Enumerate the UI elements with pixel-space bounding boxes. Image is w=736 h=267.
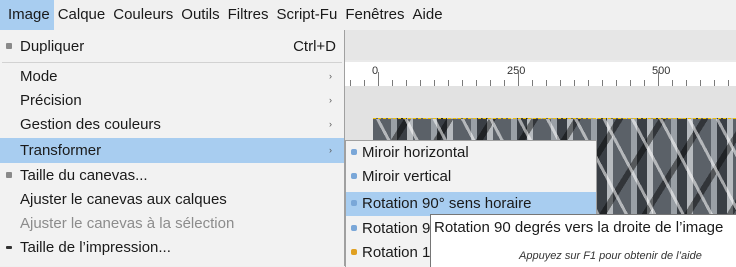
menu-item-label: Dupliquer <box>20 38 85 55</box>
menu-script-fu[interactable]: Script-Fu <box>272 0 341 30</box>
submenu-item-miroir-vertical[interactable]: Miroir vertical <box>346 165 596 189</box>
submenu-item-label: Miroir vertical <box>362 168 452 185</box>
menu-item-taille-canevas[interactable]: Taille du canevas... <box>0 163 344 188</box>
canvas-size-icon <box>6 172 12 178</box>
duplicate-icon <box>6 43 12 49</box>
rotate-cw-icon <box>351 200 357 206</box>
menu-item-taille-impression[interactable]: Taille de l’impression... <box>0 235 344 260</box>
rotate-180-icon <box>351 249 357 255</box>
menu-item-gestion-couleurs[interactable]: Gestion des couleurs › <box>0 112 344 137</box>
ruler-tick <box>658 72 659 86</box>
menu-item-label: Taille du canevas... <box>20 167 148 184</box>
chevron-right-icon: › <box>329 145 332 155</box>
menu-item-label: Taille de l’impression... <box>20 239 171 256</box>
chevron-right-icon: › <box>329 71 332 81</box>
menu-item-label: Précision <box>20 92 82 109</box>
submenu-item-rotation-horaire[interactable]: Rotation 90° sens horaire <box>346 192 596 216</box>
menu-item-label: Ajuster le canevas aux calques <box>20 191 227 208</box>
submenu-item-miroir-horizontal[interactable]: Miroir horizontal <box>346 141 596 165</box>
submenu-item-label: Miroir horizontal <box>362 144 469 161</box>
chevron-right-icon: › <box>329 119 332 129</box>
ruler-tick <box>518 72 519 86</box>
menu-aide[interactable]: Aide <box>409 0 447 30</box>
menu-filtres[interactable]: Filtres <box>224 0 273 30</box>
menu-outils[interactable]: Outils <box>177 0 223 30</box>
shortcut-label: Ctrl+D <box>293 38 336 55</box>
print-size-icon <box>6 246 12 249</box>
menu-item-label: Mode <box>20 68 58 85</box>
menu-item-label: Ajuster le canevas à la sélection <box>20 215 235 232</box>
menubar: Image Calque Couleurs Outils Filtres Scr… <box>0 0 736 30</box>
menu-item-transformer[interactable]: Transformer › <box>0 138 344 163</box>
menu-item-dupliquer[interactable]: Dupliquer Ctrl+D <box>0 34 344 59</box>
ruler-label: 500 <box>652 65 671 77</box>
tooltip-text: Rotation 90 degrés vers la droite de l’i… <box>434 219 724 236</box>
image-tabs-strip <box>345 30 736 60</box>
rotate-ccw-icon <box>351 225 357 231</box>
ruler-label: 250 <box>507 65 526 77</box>
menu-item-mode[interactable]: Mode › <box>0 64 344 89</box>
menu-item-label: Transformer <box>20 142 102 159</box>
flip-horizontal-icon <box>351 149 357 155</box>
menu-item-ajuster-selection: Ajuster le canevas à la sélection <box>0 211 344 236</box>
menu-couleurs[interactable]: Couleurs <box>109 0 177 30</box>
menu-image[interactable]: Image <box>0 0 54 30</box>
menu-separator <box>2 62 342 63</box>
image-menu: Dupliquer Ctrl+D Mode › Précision › Gest… <box>0 30 345 266</box>
horizontal-ruler[interactable]: 0 250 500 <box>345 62 736 87</box>
menu-item-ajuster-calques[interactable]: Ajuster le canevas aux calques <box>0 187 344 212</box>
ruler-tick <box>378 72 379 86</box>
submenu-item-label: Rotation 9 <box>362 220 431 237</box>
menu-fenetres[interactable]: Fenêtres <box>341 0 408 30</box>
tooltip: Rotation 90 degrés vers la droite de l’i… <box>430 214 736 267</box>
menu-item-precision[interactable]: Précision › <box>0 88 344 113</box>
tooltip-help: Appuyez sur F1 pour obtenir de l’aide <box>519 250 702 262</box>
menu-calque[interactable]: Calque <box>54 0 110 30</box>
submenu-item-label: Rotation 90° sens horaire <box>362 195 532 212</box>
menu-item-label: Gestion des couleurs <box>20 116 161 133</box>
submenu-item-label: Rotation 1 <box>362 244 431 261</box>
chevron-right-icon: › <box>329 95 332 105</box>
flip-vertical-icon <box>351 173 357 179</box>
